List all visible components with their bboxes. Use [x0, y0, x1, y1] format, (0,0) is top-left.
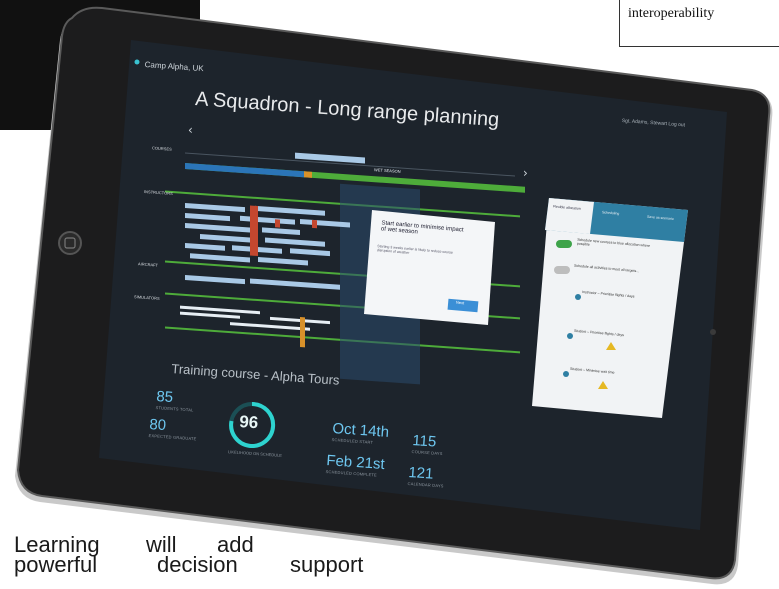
svg-text:›: ›	[523, 166, 528, 180]
word-decision: decision	[157, 552, 238, 577]
word-powerful: powerful	[14, 552, 98, 577]
camera-dot	[710, 329, 716, 335]
home-button	[58, 231, 82, 255]
options-panel	[532, 198, 688, 418]
svg-text:‹: ‹	[188, 123, 193, 137]
word-support: support	[290, 552, 364, 577]
tablet-illustration: ‹ ›	[15, 6, 773, 585]
recommendation-popup	[364, 210, 495, 325]
